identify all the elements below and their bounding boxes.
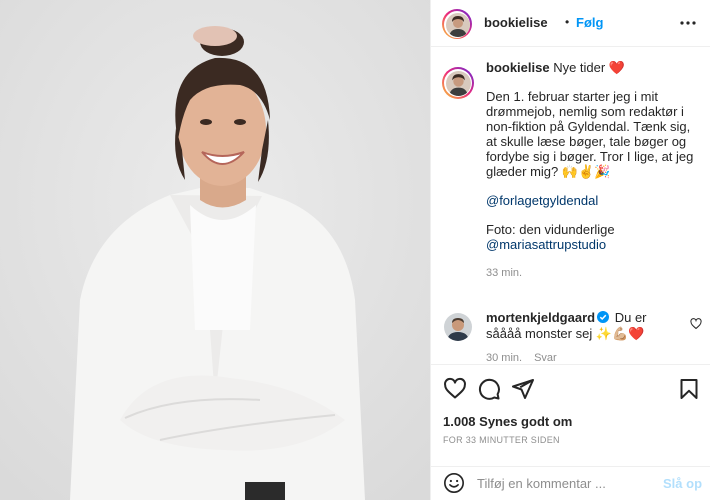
paper-plane-icon[interactable] [511, 377, 535, 401]
author-avatar-ring[interactable] [442, 9, 472, 39]
mention-forlagetgyldendal[interactable]: @forlagetgyldendal [486, 193, 698, 208]
author-avatar [445, 12, 470, 37]
comment-time[interactable]: 30 min. [486, 352, 522, 364]
caption-headline: Nye tider ❤️ [553, 60, 626, 75]
portrait-image [0, 0, 430, 500]
post-photo[interactable] [0, 0, 430, 500]
bookmark-icon[interactable] [677, 377, 701, 401]
post-comment-button[interactable]: Slå op [663, 476, 702, 491]
heart-icon[interactable] [443, 377, 467, 401]
comments-section[interactable]: bookielise Nye tider ❤️ Den 1. februar s… [431, 48, 710, 364]
commenter-avatar[interactable] [444, 313, 472, 341]
comment-like-heart-icon[interactable] [690, 318, 702, 330]
post-header: bookielise • Følg [431, 0, 710, 47]
commenter-username[interactable]: mortenkjeldgaard [486, 310, 595, 325]
comment-icon[interactable] [477, 377, 501, 401]
more-horizontal-icon[interactable] [677, 14, 699, 32]
comment-reply-button[interactable]: Svar [534, 352, 557, 364]
likes-count[interactable]: 1.008 Synes godt om [443, 414, 572, 429]
action-bar: 1.008 Synes godt om FOR 33 MINUTTER SIDE… [431, 364, 710, 466]
follow-button[interactable]: Følg [576, 15, 603, 30]
caption-body: bookielise Nye tider ❤️ Den 1. februar s… [486, 60, 698, 281]
post-side-panel: bookielise • Følg bookielise Nye tider ❤… [430, 0, 710, 500]
mention-mariasattrupstudio[interactable]: @mariasattrupstudio [486, 237, 698, 252]
verified-badge-icon [597, 311, 610, 323]
caption-username[interactable]: bookielise [486, 60, 550, 75]
follow-separator: • [565, 15, 570, 29]
photo-credit: Foto: den vidunderlige [486, 222, 615, 237]
add-comment-input[interactable] [477, 472, 657, 494]
caption-time[interactable]: 33 min. [486, 266, 698, 281]
caption-paragraph: Den 1. februar starter jeg i mit drømmej… [486, 89, 694, 179]
caption-avatar-ring[interactable] [442, 67, 474, 99]
post-timestamp[interactable]: FOR 33 MINUTTER SIDEN [443, 435, 560, 445]
smiley-icon[interactable] [443, 472, 465, 494]
caption-avatar [445, 70, 471, 96]
comment-body: mortenkjeldgaard Du er såååå monster sej… [486, 310, 678, 364]
author-username[interactable]: bookielise [484, 15, 548, 30]
add-comment-bar: Slå op [431, 466, 710, 500]
